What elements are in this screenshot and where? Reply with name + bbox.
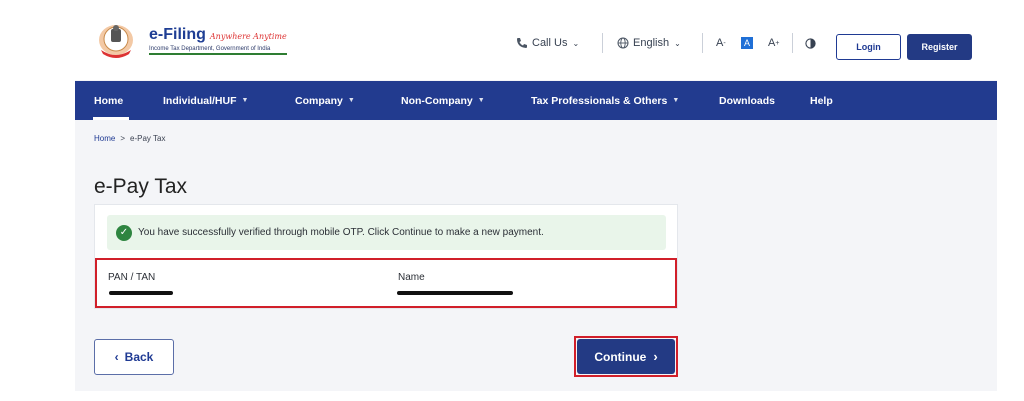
chevron-down-icon: ⌄	[674, 38, 681, 48]
nav-item-label: Downloads	[719, 94, 776, 107]
language-label: English	[633, 37, 670, 49]
chevron-down-icon: ▼	[347, 97, 355, 104]
chevron-down-icon: ▼	[477, 97, 485, 104]
breadcrumb-home-link[interactable]: Home	[94, 134, 115, 143]
nav-item-downloads[interactable]: Downloads	[719, 81, 775, 120]
breadcrumb-separator: >	[120, 134, 126, 143]
login-button[interactable]: Login	[836, 34, 901, 60]
brand-tagline: Anywhere Anytime	[209, 32, 287, 41]
contrast-toggle[interactable]	[805, 32, 816, 54]
nav-item-help[interactable]: Help	[810, 81, 833, 120]
globe-icon	[617, 37, 629, 49]
phone-icon	[517, 38, 527, 48]
language-select[interactable]: English ⌄	[617, 32, 681, 54]
page: e-Filing Anywhere Anytime Income Tax Dep…	[0, 0, 1024, 401]
nav-active-indicator	[93, 117, 129, 120]
top-header: e-Filing Anywhere Anytime Income Tax Dep…	[75, 14, 997, 80]
main-nav: Home Individual/HUF ▼ Company ▼ Non-Comp…	[75, 81, 997, 120]
chevron-down-icon: ▼	[672, 97, 680, 104]
brand: e-Filing Anywhere Anytime Income Tax Dep…	[149, 26, 287, 55]
nav-item-label: Company	[295, 94, 343, 107]
continue-label: Continue	[594, 349, 647, 364]
nav-item-tax-professionals[interactable]: Tax Professionals & Others ▼	[531, 81, 679, 120]
back-label: Back	[124, 350, 154, 364]
check-circle-icon: ✓	[116, 224, 132, 241]
chevron-down-icon: ▼	[241, 97, 249, 104]
chevron-left-icon: ‹	[114, 350, 119, 364]
nav-item-label: Non-Company	[401, 94, 473, 107]
nav-item-label: Home	[94, 94, 124, 107]
nav-item-company[interactable]: Company ▼	[295, 81, 355, 120]
page-title: e-Pay Tax	[94, 175, 187, 198]
font-normal-button[interactable]: A	[741, 32, 753, 54]
font-normal-label: A	[741, 37, 753, 49]
name-redacted-value	[397, 291, 513, 295]
name-label: Name	[398, 272, 425, 283]
nav-item-label: Individual/HUF	[163, 94, 237, 107]
divider	[792, 33, 793, 53]
nav-item-non-company[interactable]: Non-Company ▼	[401, 81, 485, 120]
chevron-right-icon: ›	[653, 349, 658, 364]
breadcrumb-current: e-Pay Tax	[130, 134, 166, 143]
pan-tan-redacted-value	[109, 291, 173, 295]
contrast-icon	[805, 37, 816, 49]
breadcrumb: Home > e-Pay Tax	[94, 134, 165, 143]
brand-subtitle: Income Tax Department, Government of Ind…	[149, 46, 287, 55]
font-decrease-label: A	[716, 37, 724, 49]
nav-item-label: Tax Professionals & Others	[531, 94, 668, 107]
divider	[702, 33, 703, 53]
nav-item-label: Help	[810, 94, 833, 107]
divider	[602, 33, 603, 53]
font-increase-label: A	[768, 37, 776, 49]
call-us-label: Call Us	[532, 37, 568, 49]
font-increase-button[interactable]: A +	[768, 32, 779, 54]
nav-item-individual-huf[interactable]: Individual/HUF ▼	[163, 81, 248, 120]
taxpayer-details: PAN / TAN Name	[95, 258, 677, 308]
emblem-logo-icon[interactable]	[95, 20, 137, 62]
success-alert: ✓ You have successfully verified through…	[107, 215, 666, 250]
nav-item-home[interactable]: Home	[94, 81, 123, 120]
brand-title: e-Filing	[149, 26, 206, 43]
register-button[interactable]: Register	[907, 34, 972, 60]
chevron-down-icon: ⌄	[572, 38, 580, 48]
continue-button[interactable]: Continue ›	[577, 339, 675, 374]
call-us-menu[interactable]: Call Us ⌄	[516, 32, 579, 54]
success-message: You have successfully verified through m…	[138, 227, 544, 238]
pan-tan-label: PAN / TAN	[108, 272, 156, 283]
font-decrease-button[interactable]: A-	[716, 32, 726, 54]
back-button[interactable]: ‹ Back	[94, 339, 174, 375]
